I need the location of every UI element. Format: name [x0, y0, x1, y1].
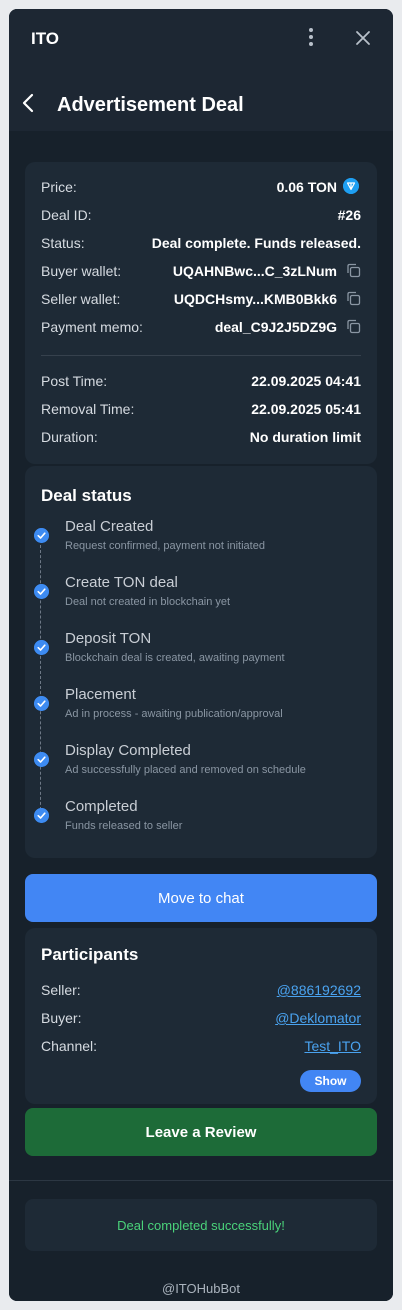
duration-row: Duration: No duration limit [41, 426, 361, 448]
copy-icon[interactable] [346, 319, 361, 334]
duration-value: No duration limit [249, 429, 361, 445]
check-circle-icon [34, 696, 49, 711]
seller-wallet-row: Seller wallet: UQDCHsmy...KMB0Bkk6 [41, 288, 361, 310]
post-time-value: 22.09.2025 04:41 [251, 373, 361, 389]
buyer-wallet-row: Buyer wallet: UQAHNBwc...C_3zLNum [41, 260, 361, 282]
bot-handle: @ITOHubBot [162, 1281, 240, 1296]
removal-time-row: Removal Time: 22.09.2025 05:41 [41, 398, 361, 420]
step-subtitle: Blockchain deal is created, awaiting pay… [65, 652, 285, 664]
participants-card: Participants Seller: @886192692 Buyer: @… [25, 928, 377, 1104]
seller-wallet-label: Seller wallet: [41, 291, 121, 307]
status-label: Status: [41, 235, 85, 251]
status-row: Status: Deal complete. Funds released. [41, 232, 361, 254]
seller-wallet-value: UQDCHsmy...KMB0Bkk6 [173, 291, 337, 307]
page-title: Advertisement Deal [57, 94, 244, 116]
price-value: 0.06 TON [276, 179, 337, 195]
post-time-row: Post Time: 22.09.2025 04:41 [41, 370, 361, 392]
timeline-step: Display Completed Ad successfully placed… [25, 742, 377, 786]
participants-title: Participants [41, 945, 139, 964]
timeline-step: Create TON deal Deal not created in bloc… [25, 574, 377, 618]
check-circle-icon [34, 752, 49, 767]
timeline-step: Deposit TON Blockchain deal is created, … [25, 630, 377, 674]
deal-info-card: Price: 0.06 TON Deal ID: #26 Status: Dea… [25, 162, 377, 464]
check-circle-icon [34, 640, 49, 655]
removal-time-label: Removal Time: [41, 401, 135, 417]
step-title: Deal Created [65, 518, 154, 535]
seller-row: Seller: @886192692 [41, 980, 361, 1002]
payment-memo-row: Payment memo: deal_C9J2J5DZ9G [41, 316, 361, 338]
buyer-wallet-value: UQAHNBwc...C_3zLNum [172, 263, 337, 279]
move-to-chat-button[interactable]: Move to chat [25, 874, 377, 922]
leave-review-button[interactable]: Leave a Review [25, 1108, 377, 1156]
app-window: ITO Advertisement Deal Price: 0.06 TON D… [9, 9, 393, 1301]
channel-link[interactable]: Test_ITO [304, 1038, 361, 1054]
post-time-label: Post Time: [41, 373, 108, 389]
more-options-icon[interactable] [305, 28, 317, 50]
copy-icon[interactable] [346, 291, 361, 306]
channel-row: Channel: Test_ITO [41, 1036, 361, 1058]
seller-label: Seller: [41, 982, 81, 998]
buyer-row: Buyer: @Deklomator [41, 1008, 361, 1030]
step-title: Create TON deal [65, 574, 178, 591]
seller-link[interactable]: @886192692 [277, 982, 361, 998]
channel-label: Channel: [41, 1038, 98, 1054]
buyer-label: Buyer: [41, 1010, 82, 1026]
buyer-link[interactable]: @Deklomator [275, 1010, 361, 1026]
copy-icon[interactable] [346, 263, 361, 278]
step-subtitle: Deal not created in blockchain yet [65, 596, 231, 608]
step-subtitle: Ad in process - awaiting publication/app… [65, 708, 283, 720]
deal-id-label: Deal ID: [41, 207, 92, 223]
timeline-step: Deal Created Request confirmed, payment … [25, 518, 377, 562]
status-value: Deal complete. Funds released. [151, 235, 361, 251]
price-row: Price: 0.06 TON [41, 176, 361, 198]
divider [9, 1180, 393, 1181]
payment-memo-label: Payment memo: [41, 319, 143, 335]
step-title: Display Completed [65, 742, 191, 759]
page-content: Price: 0.06 TON Deal ID: #26 Status: Dea… [9, 131, 393, 1301]
deal-status-title: Deal status [41, 486, 132, 505]
step-title: Completed [65, 798, 138, 815]
success-message: Deal completed successfully! [117, 1218, 285, 1233]
removal-time-value: 22.09.2025 05:41 [251, 401, 361, 417]
step-title: Placement [65, 686, 136, 703]
deal-id-row: Deal ID: #26 [41, 204, 361, 226]
price-label: Price: [41, 179, 77, 195]
deal-id-value: #26 [337, 207, 361, 223]
step-title: Deposit TON [65, 630, 152, 647]
check-circle-icon [34, 528, 49, 543]
payment-memo-value: deal_C9J2J5DZ9G [214, 319, 337, 335]
show-button[interactable]: Show [300, 1070, 361, 1092]
timeline-step: Completed Funds released to seller [25, 798, 377, 842]
back-arrow-icon[interactable] [21, 93, 37, 113]
success-banner: Deal completed successfully! [25, 1199, 377, 1251]
timeline-step: Placement Ad in process - awaiting publi… [25, 686, 377, 730]
ton-icon [343, 178, 359, 194]
close-icon[interactable] [354, 29, 372, 47]
step-subtitle: Funds released to seller [65, 820, 183, 832]
title-bar: ITO [9, 9, 393, 67]
duration-label: Duration: [41, 429, 98, 445]
check-circle-icon [34, 584, 49, 599]
page-header: Advertisement Deal [9, 67, 393, 131]
check-circle-icon [34, 808, 49, 823]
buyer-wallet-label: Buyer wallet: [41, 263, 122, 279]
app-title: ITO [31, 29, 60, 48]
step-subtitle: Request confirmed, payment not initiated [65, 540, 265, 552]
step-subtitle: Ad successfully placed and removed on sc… [65, 764, 306, 776]
divider [41, 355, 361, 356]
